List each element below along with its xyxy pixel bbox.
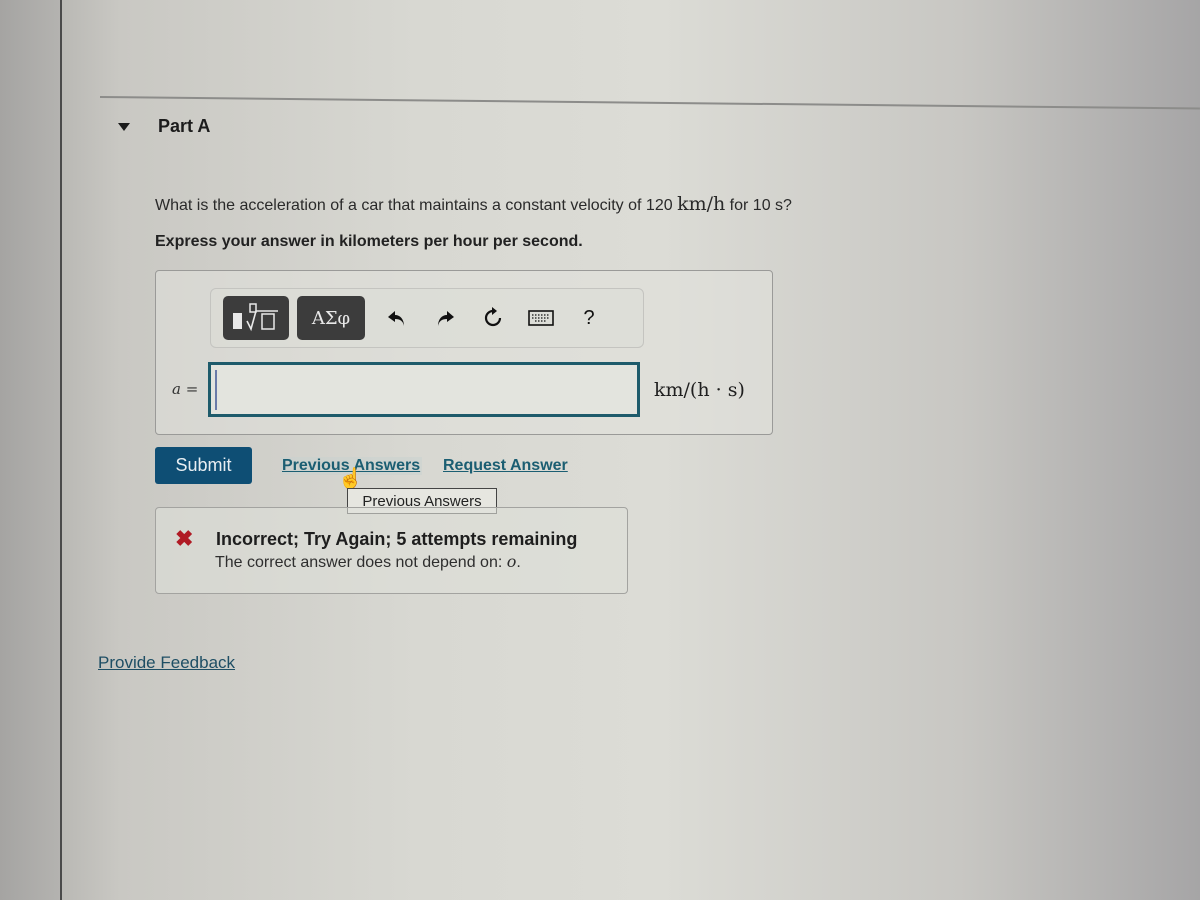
- question-text-after: for 10 s?: [725, 197, 792, 214]
- reset-button[interactable]: [469, 298, 517, 338]
- templates-icon: [233, 303, 278, 332]
- keyboard-icon: [528, 310, 554, 326]
- undo-button[interactable]: [373, 298, 421, 338]
- undo-icon: [388, 311, 404, 326]
- greek-symbols-button[interactable]: ΑΣφ: [297, 296, 365, 340]
- feedback-detail-prefix: The correct answer does not depend on:: [215, 554, 507, 571]
- feedback-box: [155, 507, 628, 594]
- math-toolbar: ΑΣφ ?: [210, 288, 644, 348]
- answer-instruction: Express your answer in kilometers per ho…: [155, 233, 583, 250]
- submit-button[interactable]: Submit: [155, 447, 252, 484]
- section-divider: [99, 96, 1200, 110]
- answer-input[interactable]: [208, 362, 640, 417]
- templates-button[interactable]: [223, 296, 289, 340]
- feedback-variable: o: [506, 552, 517, 571]
- provide-feedback-link[interactable]: Provide Feedback: [98, 653, 235, 673]
- help-button[interactable]: ?: [565, 298, 613, 338]
- velocity-unit: km/h: [677, 193, 726, 215]
- question-text: What is the acceleration of a car that m…: [155, 193, 792, 215]
- redo-button[interactable]: [421, 298, 469, 338]
- keyboard-button[interactable]: [517, 298, 565, 338]
- variable-label: a =: [172, 380, 199, 398]
- question-text-before: What is the acceleration of a car that m…: [155, 197, 678, 214]
- request-answer-link[interactable]: Request Answer: [443, 457, 568, 475]
- feedback-detail: The correct answer does not depend on: o…: [215, 552, 521, 572]
- part-header[interactable]: Part A: [118, 116, 210, 137]
- incorrect-x-icon: ✖: [175, 526, 194, 551]
- feedback-title: Incorrect; Try Again; 5 attempts remaini…: [216, 529, 578, 549]
- feedback-detail-suffix: .: [516, 554, 521, 571]
- collapse-caret-icon[interactable]: [118, 122, 130, 131]
- answer-unit: km/(h · s): [654, 379, 745, 401]
- reset-icon: [484, 307, 502, 327]
- left-rail: [0, 0, 62, 900]
- redo-icon: [438, 311, 454, 326]
- part-title: Part A: [158, 116, 211, 136]
- text-cursor: [215, 370, 217, 410]
